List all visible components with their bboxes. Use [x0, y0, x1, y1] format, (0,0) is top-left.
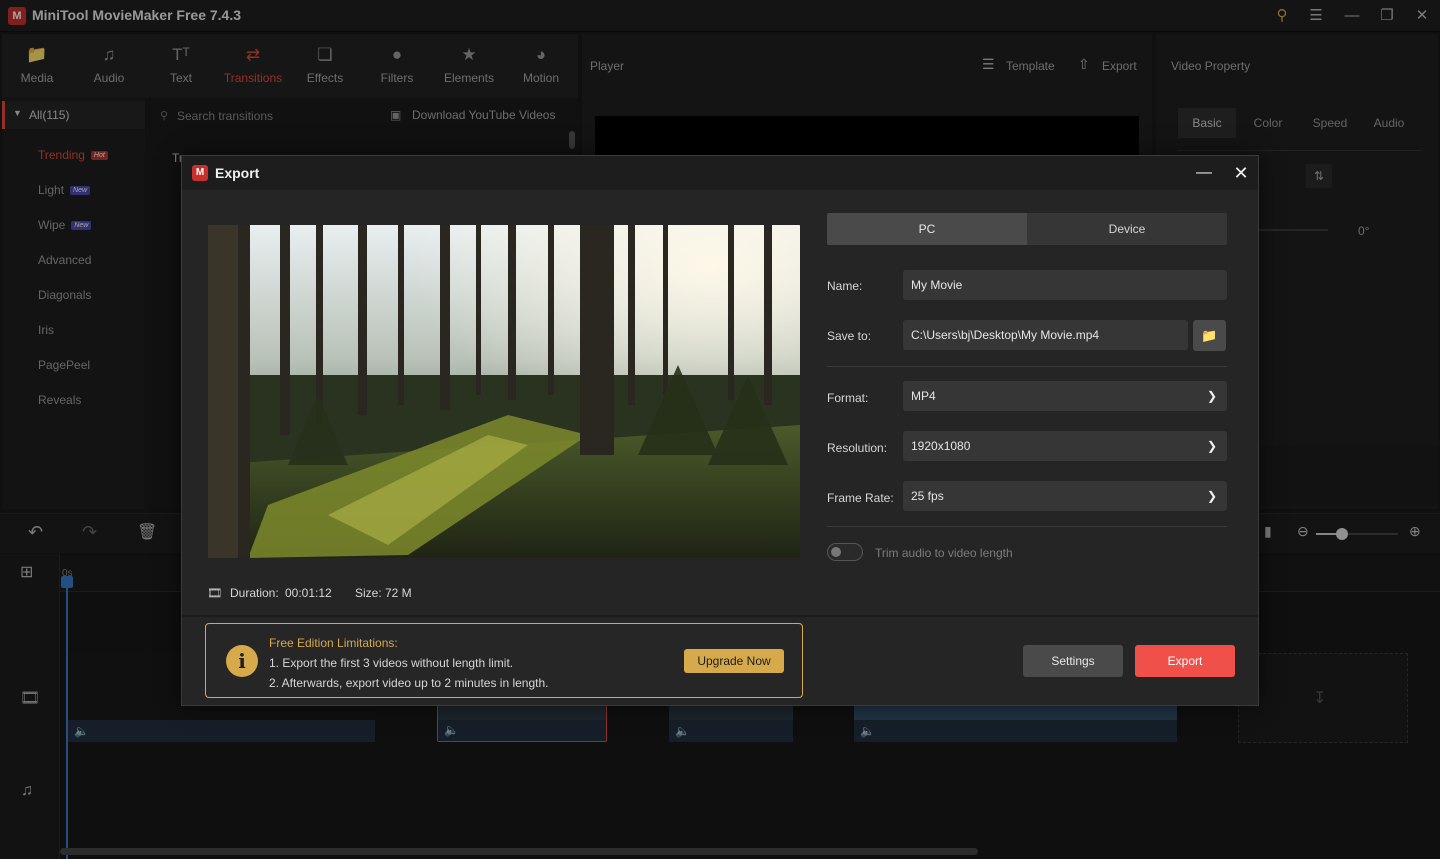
- limitation-line-1: 1. Export the first 3 videos without len…: [269, 656, 514, 670]
- save-to-label: Save to:: [827, 329, 872, 343]
- trim-audio-label: Trim audio to video length: [875, 546, 1013, 560]
- framerate-select[interactable]: 25 fps ❯: [903, 481, 1227, 511]
- dialog-header: M Export — ✕: [182, 156, 1258, 190]
- divider: [182, 615, 1258, 617]
- tab-device[interactable]: Device: [1027, 213, 1227, 245]
- size-label: Size:: [355, 586, 382, 600]
- trim-audio-toggle[interactable]: [827, 543, 863, 561]
- framerate-label: Frame Rate:: [827, 491, 894, 505]
- info-icon: i: [226, 645, 258, 677]
- save-path-input[interactable]: C:\Users\bj\Desktop\My Movie.mp4: [903, 320, 1188, 350]
- film-icon: 🎞: [207, 586, 223, 600]
- export-button[interactable]: Export: [1135, 645, 1235, 677]
- free-edition-limitations: i Free Edition Limitations: 1. Export th…: [205, 623, 803, 698]
- video-preview-thumbnail: [208, 225, 800, 558]
- settings-button[interactable]: Settings: [1023, 645, 1123, 677]
- name-input[interactable]: My Movie: [903, 270, 1227, 300]
- framerate-value: 25 fps: [911, 489, 944, 503]
- resolution-label: Resolution:: [827, 441, 888, 455]
- duration-value: 00:01:12: [285, 586, 332, 600]
- toggle-knob: [831, 547, 841, 557]
- export-dialog: M Export — ✕ 🎞 Duration: 00:01:12 Size: …: [181, 155, 1259, 706]
- resolution-select[interactable]: 1920x1080 ❯: [903, 431, 1227, 461]
- size-value: 72 M: [385, 586, 412, 600]
- chevron-down-icon: ❯: [1206, 389, 1217, 403]
- dialog-logo-icon: M: [192, 165, 208, 181]
- browse-folder-icon[interactable]: 📁: [1193, 320, 1226, 351]
- format-value: MP4: [911, 389, 936, 403]
- divider: [827, 526, 1227, 527]
- limitations-title: Free Edition Limitations:: [269, 636, 398, 650]
- duration-label: Duration:: [230, 586, 279, 600]
- dialog-close-icon[interactable]: ✕: [1229, 162, 1253, 184]
- upgrade-now-button[interactable]: Upgrade Now: [684, 649, 784, 673]
- resolution-value: 1920x1080: [911, 439, 971, 453]
- tab-pc[interactable]: PC: [827, 213, 1027, 245]
- divider: [827, 366, 1227, 367]
- format-label: Format:: [827, 391, 869, 405]
- chevron-down-icon: ❯: [1206, 439, 1217, 453]
- format-select[interactable]: MP4 ❯: [903, 381, 1227, 411]
- chevron-down-icon: ❯: [1206, 489, 1217, 503]
- name-label: Name:: [827, 279, 863, 293]
- dialog-title: Export: [215, 165, 260, 181]
- dialog-minimize-icon[interactable]: —: [1192, 162, 1216, 184]
- limitation-line-2: 2. Afterwards, export video up to 2 minu…: [269, 676, 549, 690]
- forest-scene-image: [208, 225, 800, 558]
